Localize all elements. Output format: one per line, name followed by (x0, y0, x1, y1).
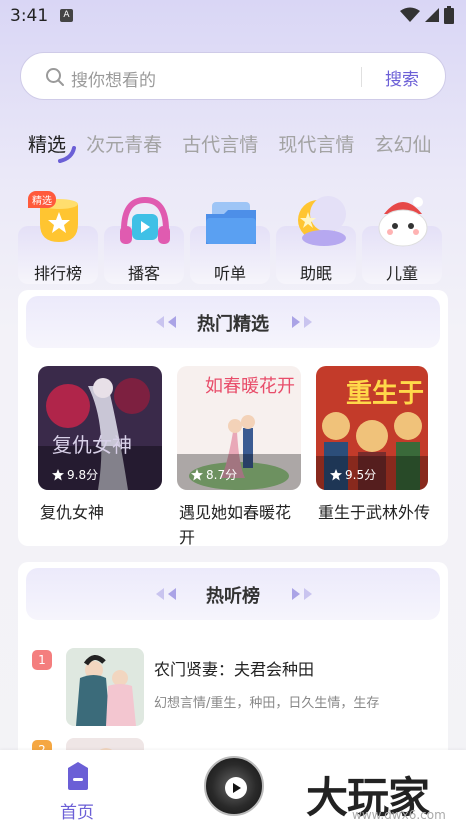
quick-playlist[interactable]: 听单 (190, 188, 270, 288)
cover-title: 如春暖花开 (205, 376, 295, 397)
quick-label: 儿童 (385, 264, 418, 283)
quick-kids[interactable]: 儿童 (362, 188, 442, 288)
bottom-nav: 首页 大玩家 www.dwx6.com (0, 750, 466, 830)
book-title: 遇见她如春暖花开 (179, 503, 292, 547)
rank-cover (66, 648, 144, 726)
kids-icon (378, 197, 428, 247)
quick-entry-row: 精选 排行榜 播客 听单 助眠 儿童 (18, 188, 466, 288)
star-icon (52, 468, 64, 480)
signal-icon (425, 8, 439, 22)
book-rating: 8.7分 (191, 466, 237, 483)
search-bar[interactable]: 搜你想看的 搜索 (20, 52, 446, 100)
tab-fantasy[interactable]: 玄幻仙 (374, 130, 431, 157)
cover-title: 重生于 (346, 379, 424, 409)
hot-picks-card: 热门精选 复仇女神 9.8分 复仇女神 如春暖花开 8.7分 遇见她如春暖花开 … (18, 290, 448, 547)
folder-icon (206, 202, 256, 244)
section-header: 热门精选 (26, 296, 440, 348)
rating-value: 9.5分 (345, 468, 377, 482)
quick-label: 排行榜 (33, 264, 82, 283)
nav-home-label[interactable]: 首页 (60, 798, 94, 823)
watermark-url: www.dwx6.com (352, 808, 446, 822)
rating-value: 9.8分 (67, 468, 99, 482)
notification-icon: A (60, 9, 73, 22)
quick-label: 助眠 (299, 264, 332, 283)
star-icon (330, 468, 342, 480)
rating-value: 8.7分 (206, 468, 238, 482)
book-title: 重生于武林外传 (318, 503, 430, 522)
featured-badge: 精选 (28, 191, 56, 208)
rank-title: 农门贤妻：夫君会种田 (154, 660, 315, 679)
star-icon (191, 468, 203, 480)
category-tabs: 精选 次元青春 古代言情 现代言情 玄幻仙 (28, 130, 466, 166)
book-rating: 9.5分 (330, 466, 376, 483)
play-icon (225, 777, 247, 799)
rank-number: 1 (32, 650, 52, 670)
cover-title: 复仇女神 (52, 433, 132, 457)
active-tab-indicator (58, 146, 76, 163)
quick-label: 听单 (213, 264, 246, 283)
tab-youth[interactable]: 次元青春 (86, 130, 162, 157)
search-divider (361, 67, 362, 87)
quick-podcast[interactable]: 播客 (104, 188, 184, 288)
moon-icon (298, 196, 346, 246)
headphones-icon (120, 196, 170, 244)
tab-modern-romance[interactable]: 现代言情 (278, 130, 354, 157)
quick-sleep[interactable]: 助眠 (276, 188, 356, 288)
home-icon[interactable] (64, 762, 92, 792)
search-input[interactable]: 搜你想看的 (71, 66, 156, 91)
decor-arrows-right-icon (292, 316, 312, 328)
tab-ancient-romance[interactable]: 古代言情 (182, 130, 258, 157)
quick-ranking[interactable]: 精选 排行榜 (18, 188, 98, 288)
status-icons (400, 6, 454, 24)
player-button[interactable] (204, 756, 264, 816)
decor-arrows-right-icon (292, 588, 312, 600)
search-icon (46, 68, 64, 86)
battery-icon (444, 6, 454, 24)
search-button[interactable]: 搜索 (385, 65, 419, 90)
status-time: 3:41 (10, 6, 49, 26)
section-title: 热门精选 (197, 314, 269, 335)
wifi-icon (400, 7, 420, 22)
hot-chart-card: 热听榜 1 农门贤妻：夫君会种田 幻想言情/重生，种田，日久生情，生存 2 (18, 562, 448, 816)
section-header: 热听榜 (26, 568, 440, 620)
quick-label: 播客 (127, 264, 160, 283)
book-title: 复仇女神 (40, 503, 105, 522)
status-bar: 3:41 A (0, 0, 466, 34)
section-title: 热听榜 (206, 586, 260, 607)
book-rating: 9.8分 (52, 466, 98, 483)
rank-tags: 幻想言情/重生，种田，日久生情，生存 (154, 696, 380, 711)
